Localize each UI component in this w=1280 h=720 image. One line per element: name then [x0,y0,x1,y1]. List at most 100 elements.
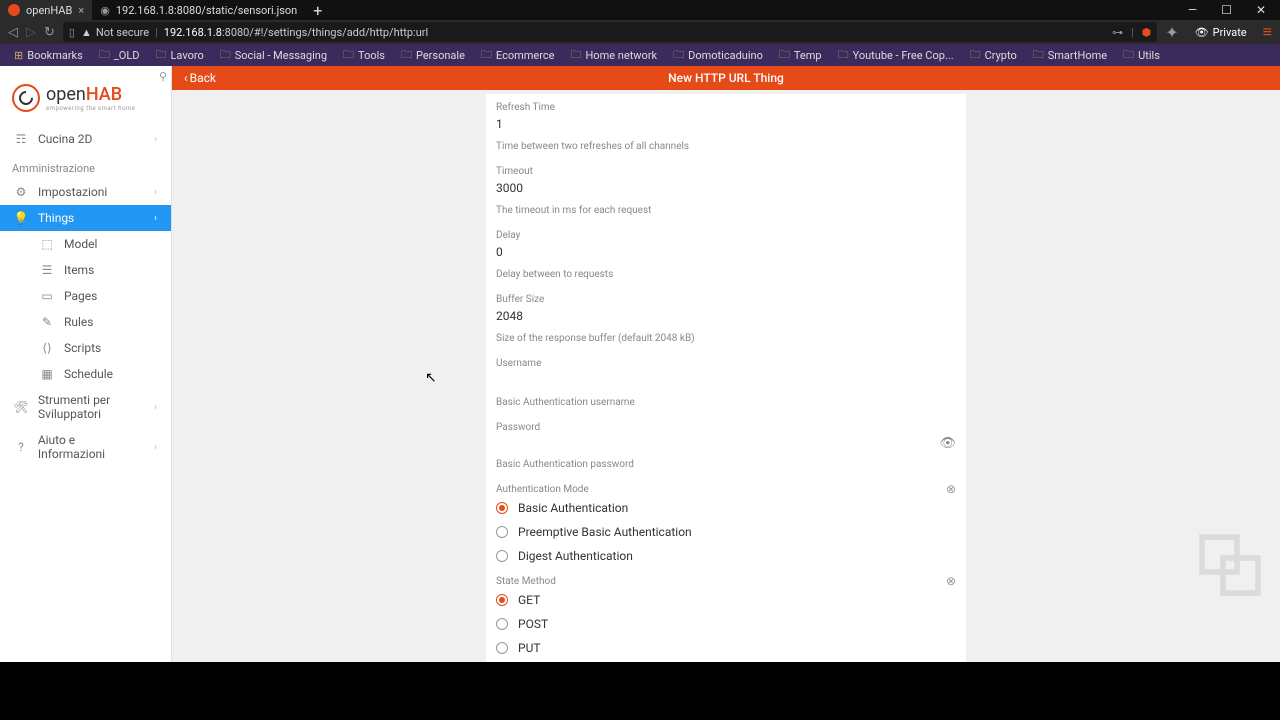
url-bar[interactable]: ▯ ▲ Not secure | 192.168.1.8:8080/#!/set… [63,22,1157,42]
key-icon[interactable]: ⊶ [1112,26,1123,39]
chevron-right-icon: › [154,134,157,145]
field-delay: Delay [486,222,966,267]
radio-icon [496,502,508,514]
extensions-icon[interactable]: ✦ [1165,23,1178,42]
refresh-input[interactable] [496,115,956,135]
bookmark-folder[interactable]: 🗀SmartHome [1027,44,1113,67]
radio-option[interactable]: GET [486,588,966,612]
buffer-input[interactable] [496,307,956,327]
bookmark-folder[interactable]: 🗀Youtube - Free Cop... [832,44,960,67]
radio-option[interactable]: PUT [486,636,966,660]
sidebar-item-impostazioni[interactable]: ⚙Impostazioni› [0,179,171,205]
sidebar-item-help[interactable]: ? Aiuto e Informazioni › [0,427,171,467]
folder-icon: 🗀 [343,46,354,65]
field-buffer: Buffer Size [486,286,966,331]
window-controls: — ☐ ✕ [1182,3,1280,17]
field-help: Basic Authentication username [486,395,966,414]
sidebar-item-rules[interactable]: ✎Rules [0,309,171,335]
menu-item-icon: ⟨⟩ [40,341,54,355]
field-help: HTTP method (GET, POST, PUT) for retriev… [486,660,966,662]
field-help: The timeout in ms for each request [486,203,966,222]
bookmark-bar: ⊞Bookmarks🗀_OLD🗀Lavoro🗀Social - Messagin… [0,44,1280,66]
logo: ⚲ openHAB empowering the smart home [0,66,171,126]
radio-icon [496,594,508,606]
page-info-icon[interactable]: ▯ [69,26,75,39]
bookmark-folder[interactable]: 🗀Ecommerce [475,44,561,67]
tab-openhab[interactable]: openHAB × [0,0,92,20]
field-help: Basic Authentication password [486,457,966,476]
grid-icon: ⊞ [14,49,23,62]
field-refresh: Refresh Time [486,94,966,139]
radio-option[interactable]: POST [486,612,966,636]
pin-icon[interactable]: ⚲ [159,70,167,83]
sidebar-item-pages[interactable]: ▭Pages [0,283,171,309]
back-button[interactable]: ◁ [8,25,18,40]
close-window-button[interactable]: ✕ [1250,3,1272,17]
back-link[interactable]: ‹ Back [184,71,216,85]
bookmark-folder[interactable]: 🗀Temp [773,44,828,67]
field-auth-mode: Authentication Mode ⊗ [486,476,966,496]
bookmark-folder[interactable]: 🗀Tools [337,44,391,67]
field-label: Password [496,422,956,433]
incognito-icon: 👁 [1195,26,1209,39]
folder-icon: 🗀 [401,46,412,65]
bookmark-folder[interactable]: 🗀Home network [564,44,663,67]
chevron-left-icon: ‹ [184,71,188,85]
sidebar-item-scripts[interactable]: ⟨⟩Scripts [0,335,171,361]
radio-option[interactable]: Digest Authentication [486,544,966,568]
bookmark-folder[interactable]: 🗀_OLD [93,44,146,67]
chevron-right-icon: › [154,442,157,453]
field-state-method: State Method ⊗ [486,568,966,588]
menu-item-icon: ⚙ [14,185,28,199]
sidebar-item-schedule[interactable]: ▦Schedule [0,361,171,387]
folder-icon: 🗀 [838,46,849,65]
sidebar-item-cucina[interactable]: ☶ Cucina 2D › [0,126,171,152]
letterbox [0,662,1280,720]
bookmark-folder[interactable]: 🗀Crypto [964,44,1023,67]
minimize-button[interactable]: — [1182,3,1203,17]
eye-icon[interactable]: 👁 [939,436,956,451]
maximize-button[interactable]: ☐ [1215,3,1238,17]
warning-icon: ▲ [81,26,92,39]
reload-button[interactable]: ↻ [44,25,55,40]
radio-option[interactable]: Basic Authentication [486,496,966,520]
sidebar-item-model[interactable]: ⬚Model [0,231,171,257]
field-label: Refresh Time [496,102,956,113]
field-label: Timeout [496,166,956,177]
bookmark-folder[interactable]: 🗀Personale [395,44,471,67]
menu-icon[interactable]: ≡ [1263,22,1272,42]
clear-icon[interactable]: ⊗ [946,574,956,588]
clear-icon[interactable]: ⊗ [946,482,956,496]
field-timeout: Timeout [486,158,966,203]
watermark-icon [1190,530,1270,600]
nav-bar: ◁ ▷ ↻ ▯ ▲ Not secure | 192.168.1.8:8080/… [0,20,1280,44]
folder-icon: 🗀 [970,46,981,65]
sidebar-item-things[interactable]: 💡Things› [0,205,171,231]
form-scroll[interactable]: Refresh Time Time between two refreshes … [172,90,1280,662]
sidebar: ⚲ openHAB empowering the smart home ☶ Cu… [0,66,172,662]
sidebar-item-dev[interactable]: 🛠 Strumenti per Sviluppatori › [0,387,171,427]
bookmark-folder[interactable]: 🗀Domoticaduino [667,44,769,67]
bookmark-folder[interactable]: 🗀Utils [1117,44,1166,67]
tab-secondary[interactable]: ◉ 192.168.1.8:8080/static/sensori.json [92,0,305,20]
username-input[interactable] [496,371,956,391]
timeout-input[interactable] [496,179,956,199]
shield-icon[interactable]: ⬢ [1142,26,1152,39]
security-indicator[interactable]: ▲ Not secure [81,26,149,39]
chevron-right-icon: › [154,402,157,413]
sidebar-item-items[interactable]: ☰Items [0,257,171,283]
main-content: ‹ Back New HTTP URL Thing Refresh Time T… [172,66,1280,662]
delay-input[interactable] [496,243,956,263]
private-badge: 👁 Private [1187,24,1255,41]
folder-icon: 🗀 [570,46,581,65]
tab-close-icon[interactable]: × [78,4,84,17]
bookmark-folder[interactable]: 🗀Social - Messaging [214,44,333,67]
forward-button[interactable]: ▷ [26,25,36,40]
bookmarks-menu[interactable]: ⊞Bookmarks [8,47,89,64]
new-tab-button[interactable]: + [305,1,330,20]
bookmark-folder[interactable]: 🗀Lavoro [150,44,210,67]
password-input[interactable] [496,433,939,453]
chevron-right-icon: › [154,187,157,198]
radio-option[interactable]: Preemptive Basic Authentication [486,520,966,544]
field-label: Username [496,358,956,369]
